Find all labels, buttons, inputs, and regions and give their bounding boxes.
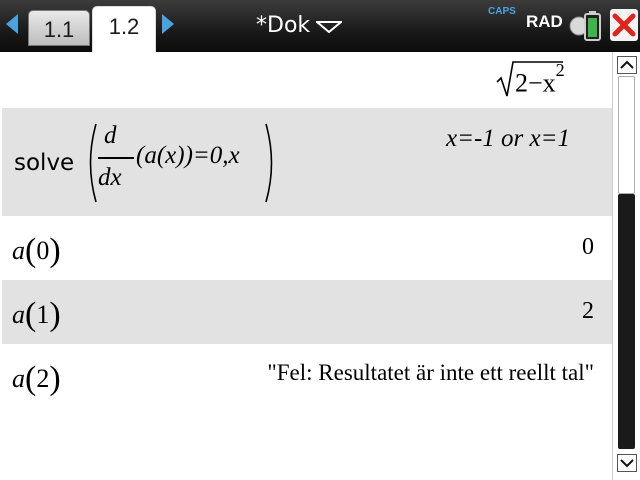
- close-button[interactable]: [610, 9, 638, 41]
- function-name: a: [12, 300, 25, 329]
- history-entry-a0[interactable]: a(0) 0: [2, 216, 612, 280]
- history-entry-solve[interactable]: solve d dx (a(x))=0,x x=-1 or x=1: [2, 108, 612, 216]
- document-menu-chevron-icon[interactable]: [316, 21, 342, 33]
- left-paren-icon: [89, 123, 97, 203]
- history-entry-a2[interactable]: a(2) "Fel: Resultatet är inte ett reellt…: [2, 344, 612, 408]
- scroll-track[interactable]: [618, 76, 635, 194]
- scroll-thumb[interactable]: [618, 194, 635, 449]
- function-argument: 1: [36, 300, 50, 329]
- angle-mode-indicator: RAD: [526, 12, 563, 31]
- tab-scroll-left-icon[interactable]: [6, 14, 18, 34]
- chevron-up-icon: [620, 60, 634, 69]
- solve-result: x=-1 or x=1: [446, 125, 570, 152]
- entry-input: a(1): [12, 296, 61, 333]
- sqrt-radicand: 2−x: [515, 68, 556, 98]
- tab-scroll-right-icon[interactable]: [162, 14, 174, 34]
- scroll-up-button[interactable]: [617, 56, 637, 74]
- scroll-down-button[interactable]: [617, 454, 637, 472]
- tab-label: 1.1: [43, 17, 75, 42]
- entry-result: 2: [582, 298, 594, 324]
- function-name: a: [12, 236, 25, 265]
- battery-icon: [569, 11, 601, 41]
- function-argument: 2: [36, 364, 50, 393]
- history-output-sqrt[interactable]: 2−x2: [2, 52, 612, 104]
- fraction-bar: [98, 157, 134, 159]
- entry-result: 0: [582, 234, 594, 260]
- history-entry-a1[interactable]: a(1) 2: [2, 280, 612, 344]
- right-paren-icon: [265, 123, 273, 203]
- function-argument: 0: [36, 236, 50, 265]
- tab-1-1[interactable]: 1.1: [28, 10, 90, 46]
- caps-indicator: CAPS: [488, 6, 516, 17]
- close-icon: [612, 13, 636, 37]
- entry-input: a(2): [12, 360, 61, 397]
- entry-result: "Fel: Resultatet är inte ett reellt tal": [267, 360, 594, 385]
- derivative-denominator: dx: [98, 164, 122, 191]
- sqrt-exponent: 2: [555, 60, 565, 80]
- solve-function: solve: [14, 150, 75, 176]
- derivative-numerator: d: [104, 122, 117, 149]
- document-title[interactable]: *Dok: [256, 13, 310, 38]
- entry-input: a(0): [12, 232, 61, 269]
- chevron-down-icon: [620, 459, 634, 468]
- tab-1-2[interactable]: 1.2: [92, 6, 156, 53]
- top-bar: 1.1 1.2 *Dok CAPS RAD: [0, 0, 640, 53]
- function-name: a: [12, 364, 25, 393]
- derivative-argument: (a(x))=0,x: [136, 142, 240, 169]
- tab-label: 1.2: [108, 14, 140, 39]
- calculator-history[interactable]: 2−x2 solve d dx (a(x))=0,x x=-1 or x=1 a…: [2, 52, 612, 480]
- vertical-scrollbar[interactable]: [612, 52, 640, 480]
